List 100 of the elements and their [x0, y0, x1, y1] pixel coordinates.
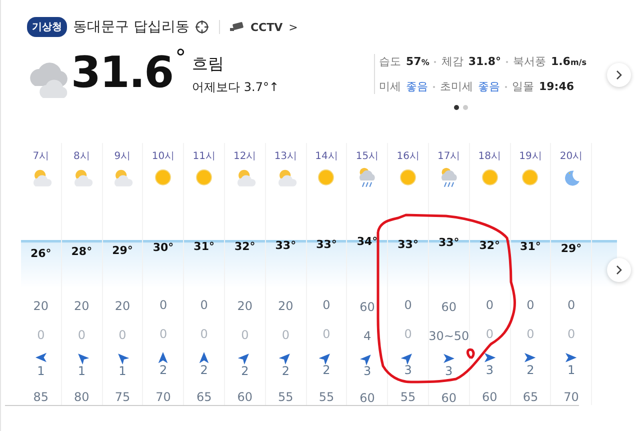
temperature-value: 31°: [194, 240, 214, 254]
next-button[interactable]: [607, 63, 631, 87]
detail-value: 좋음: [478, 79, 500, 94]
camera-icon[interactable]: [230, 22, 244, 32]
humidity-value: 75: [114, 390, 130, 405]
humidity-value: 55: [400, 390, 416, 405]
temperature-value: 33°: [316, 238, 337, 251]
detail-label: 체감: [441, 54, 464, 69]
precipitation-amount: 4: [363, 328, 372, 344]
hour-label: 13시: [274, 150, 298, 164]
temperature-value: 33°: [275, 239, 296, 252]
wind-speed: 3: [486, 363, 494, 378]
precipitation-chance: 20: [114, 299, 130, 314]
wind-speed: 2: [526, 363, 534, 378]
detail-label: 습도: [379, 54, 401, 69]
precipitation-amount: 0: [282, 328, 290, 342]
humidity-value: 65: [196, 390, 212, 405]
temperature-value: 34°: [356, 235, 378, 248]
temperature-value: 33°: [398, 238, 418, 251]
temperature-value: 29°: [560, 242, 582, 256]
precipitation-amount: 0: [78, 328, 86, 342]
precipitation-amount: 0: [404, 326, 412, 342]
temperature-value: 32°: [234, 240, 256, 254]
humidity-value: 55: [318, 390, 334, 405]
humidity-value: 70: [156, 390, 171, 405]
hour-label: 7시: [32, 150, 50, 164]
precipitation-amount: 0: [486, 326, 494, 342]
wind-speed: 2: [159, 363, 168, 378]
precipitation-chance: 20: [237, 298, 253, 314]
chevron-right-icon: [615, 265, 623, 275]
detail-label: 초미세: [440, 79, 473, 94]
wind-speed: 3: [445, 364, 453, 379]
temperature-value: 26°: [30, 246, 52, 260]
detail-value: 57%: [406, 55, 430, 68]
precipitation-chance: 0: [322, 298, 330, 313]
temperature-value: 33°: [438, 236, 460, 250]
precipitation-chance: 20: [278, 298, 294, 314]
humidity-value: 60: [237, 390, 253, 405]
humidity-value: 60: [482, 390, 498, 405]
precipitation-chance: 60: [441, 300, 456, 315]
degree-sign: °: [175, 46, 186, 72]
precipitation-amount: 0: [567, 326, 576, 342]
precipitation-chance: 60: [360, 300, 375, 315]
precipitation-chance: 0: [404, 298, 412, 313]
detail-value: 19:46: [539, 80, 574, 93]
precipitation-amount: 0: [37, 328, 45, 342]
precipitation-chance: 0: [526, 298, 534, 313]
precipitation-amount: 0: [200, 326, 208, 342]
temperature-value: 28°: [71, 244, 92, 258]
temperature-value: 29°: [112, 244, 133, 256]
detail-label: 북서풍: [512, 54, 546, 69]
hour-label: 18시: [478, 150, 502, 164]
separator-dot: [505, 86, 507, 88]
wind-speed: 2: [282, 364, 290, 378]
hour-label: 14시: [315, 150, 338, 164]
separator-dot: [434, 60, 436, 62]
location-target-icon[interactable]: [195, 20, 210, 34]
precipitation-amount: 0: [159, 326, 168, 342]
detail-value: 좋음: [406, 79, 428, 94]
precipitation-amount: 30~50: [428, 328, 470, 344]
hour-label: 9시: [114, 150, 131, 164]
weather-condition: 흐림: [192, 54, 226, 75]
temperature-value: 30°: [152, 241, 174, 254]
humidity-value: 60: [441, 390, 456, 406]
temperature-value: 32°: [479, 238, 500, 252]
hour-label: 19시: [519, 150, 542, 164]
wind-speed: 1: [567, 363, 576, 378]
wind-speed: 1: [78, 364, 86, 378]
precipitation-chance: 0: [159, 298, 168, 313]
temperature-value: 31°: [520, 240, 541, 254]
humidity-value: 70: [564, 390, 579, 405]
precipitation-chance: 0: [200, 298, 208, 313]
page-dot[interactable]: [454, 105, 459, 110]
detail-label: 미세: [379, 79, 401, 94]
precipitation-chance: 0: [486, 298, 494, 313]
page-dot[interactable]: [463, 105, 468, 110]
current-temperature: 31.6: [71, 47, 174, 100]
wind-speed: 3: [363, 364, 372, 379]
hour-label: 17시: [438, 150, 460, 164]
precipitation-amount: 0: [322, 326, 330, 342]
wind-speed: 2: [322, 363, 330, 378]
precipitation-chance: 0: [567, 298, 576, 313]
detail-value: 1.6m/s: [550, 55, 586, 68]
precipitation-amount: 0: [241, 328, 249, 342]
hour-label: 20시: [560, 150, 583, 164]
location-name[interactable]: 동대문구 답십리동: [73, 18, 190, 36]
chevron-right-icon: [615, 70, 623, 80]
caret-icon[interactable]: >: [288, 20, 298, 34]
wind-speed: 2: [241, 364, 249, 378]
cctv-link[interactable]: CCTV: [250, 20, 283, 34]
humidity-value: 65: [522, 390, 538, 405]
wind-speed: 1: [118, 364, 126, 378]
separator-dot: [506, 60, 508, 62]
wind-speed: 3: [404, 363, 412, 378]
humidity-value: 60: [360, 390, 375, 406]
next-button[interactable]: [607, 258, 631, 282]
precipitation-chance: 20: [33, 298, 49, 314]
hour-label: 11시: [192, 150, 216, 164]
precipitation-amount: 0: [526, 326, 534, 342]
humidity-value: 80: [74, 390, 90, 405]
